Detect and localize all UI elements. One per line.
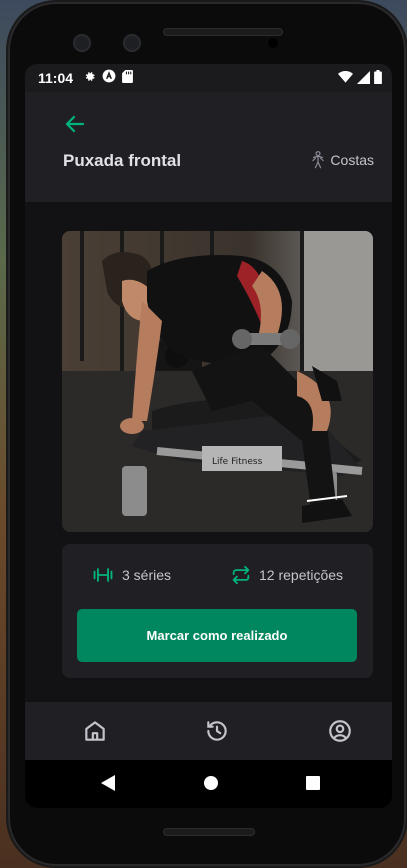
home-icon[interactable]	[82, 718, 108, 744]
back-triangle-icon[interactable]	[100, 774, 116, 792]
series-count: 3 séries	[122, 567, 172, 583]
body-icon	[312, 151, 325, 169]
arrow-left-icon[interactable]	[63, 112, 87, 136]
gym-illustration: Life Fitness	[62, 231, 373, 532]
signal-icon	[357, 70, 370, 84]
app-screen: 11:04 Puxada frontal Costas Life Fitness…	[25, 64, 392, 808]
bottom-speaker	[163, 828, 255, 836]
wifi-icon	[338, 71, 353, 83]
front-camera	[268, 38, 278, 48]
bottom-tab-bar	[25, 702, 392, 760]
battery-icon	[374, 70, 382, 84]
exercise-header: Puxada frontal Costas	[25, 92, 392, 202]
recents-square-icon[interactable]	[305, 774, 321, 792]
svg-text:Life Fitness: Life Fitness	[212, 457, 263, 467]
history-icon[interactable]	[204, 718, 230, 744]
muscle-group: Costas	[310, 151, 374, 169]
home-circle-icon[interactable]	[203, 774, 219, 792]
camera-lens	[123, 34, 141, 52]
earpiece-speaker	[163, 28, 283, 36]
repeat-icon	[232, 566, 250, 584]
a-circle-icon	[102, 69, 116, 83]
user-circle-icon[interactable]	[327, 718, 353, 744]
android-nav-bar	[25, 760, 392, 808]
mark-done-button[interactable]: Marcar como realizado	[77, 609, 357, 662]
status-time: 11:04	[38, 70, 74, 86]
status-bar: 11:04	[25, 64, 392, 92]
phone-frame: 11:04 Puxada frontal Costas Life Fitness…	[8, 2, 406, 866]
status-icons-left	[83, 69, 133, 83]
series-stat: 3 séries	[92, 566, 171, 584]
repetitions-count: 12 repetições	[259, 567, 344, 583]
sd-card-icon	[122, 69, 133, 83]
exercise-photo: Life Fitness	[62, 231, 373, 532]
repetitions-stat: 12 repetições	[231, 566, 343, 584]
status-icons-right	[338, 70, 382, 84]
dumbbell-icon	[93, 568, 113, 582]
camera-lens	[73, 34, 91, 52]
exercise-info-card: 3 séries 12 repetições Marcar como reali…	[62, 544, 373, 678]
muscle-group-label: Costas	[330, 152, 374, 168]
exercise-content: Life Fitness 3 séries 12 repetições Marc…	[25, 202, 392, 702]
exercise-title: Puxada frontal	[63, 151, 182, 170]
gear-icon	[85, 71, 95, 81]
